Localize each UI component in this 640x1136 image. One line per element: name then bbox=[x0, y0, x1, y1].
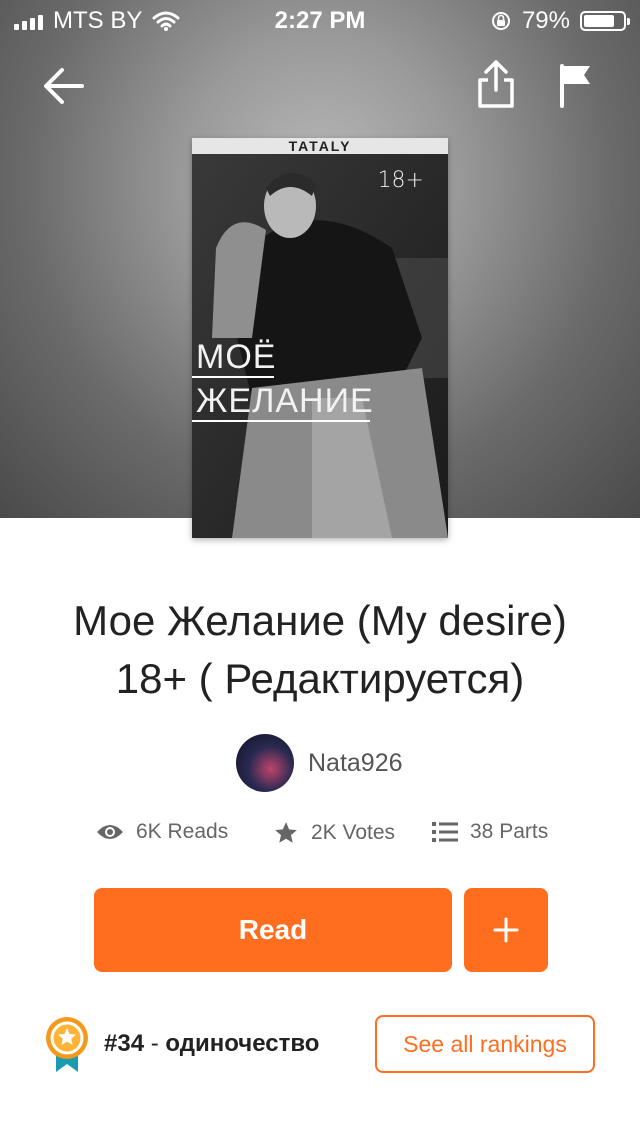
author-name: Nata926 bbox=[308, 748, 403, 777]
eye-icon bbox=[97, 825, 123, 839]
cover-age-rating: 18+ bbox=[377, 168, 424, 193]
arrow-left-icon bbox=[44, 68, 84, 104]
battery-percent: 79% bbox=[521, 7, 570, 34]
read-button-label: Read bbox=[238, 914, 308, 945]
report-flag-button[interactable] bbox=[556, 62, 596, 108]
flag-icon bbox=[560, 64, 590, 108]
list-icon bbox=[432, 822, 458, 842]
stat-parts: 38 Parts bbox=[432, 820, 548, 844]
cover-title-line1: МОЁ bbox=[196, 338, 277, 376]
author-link[interactable]: Nata926 bbox=[236, 734, 403, 792]
ranking-medal-icon bbox=[46, 1017, 88, 1072]
story-stats: 6K Reads 2K Votes 38 Parts bbox=[0, 820, 640, 860]
parts-count: 38 Parts bbox=[470, 820, 549, 843]
stat-votes: 2K Votes bbox=[273, 820, 395, 846]
reads-count: 6K Reads bbox=[136, 820, 229, 843]
ranking-position: #34 bbox=[104, 1030, 145, 1057]
battery-fill bbox=[584, 15, 614, 27]
plus-icon bbox=[493, 917, 519, 943]
see-all-rankings-label: See all rankings bbox=[403, 1030, 567, 1057]
ranking-text: #34 - одиночество bbox=[104, 1030, 319, 1058]
status-bar: MTS BY 2:27 PM 79% bbox=[0, 0, 640, 40]
story-cover-image: TATALY 18+ МОЁ ЖЕЛАНИЕ bbox=[192, 138, 448, 538]
story-title: Мое Желание (My desire) 18+ ( Редактируе… bbox=[20, 592, 620, 708]
cover-divider-1 bbox=[192, 376, 274, 378]
orientation-lock-icon bbox=[491, 12, 510, 30]
add-to-library-button[interactable] bbox=[464, 888, 548, 972]
cover-title-line2: ЖЕЛАНИЕ bbox=[196, 382, 374, 420]
votes-count: 2K Votes bbox=[311, 821, 396, 844]
back-button[interactable] bbox=[40, 62, 88, 110]
read-button[interactable]: Read bbox=[94, 888, 452, 972]
ranking-tag: одиночество bbox=[165, 1030, 320, 1057]
ranking-row: #34 - одиночество bbox=[44, 1016, 319, 1072]
ranking-separator: - bbox=[144, 1030, 166, 1057]
story-title-line2: 18+ ( Редактируется) bbox=[115, 655, 525, 702]
story-title-line1: Мое Желание (My desire) bbox=[73, 597, 567, 644]
star-icon bbox=[275, 822, 297, 843]
avatar bbox=[236, 734, 294, 792]
status-right: 79% bbox=[490, 7, 630, 35]
cover-brand: TATALY bbox=[192, 138, 448, 154]
see-all-rankings-button[interactable]: See all rankings bbox=[375, 1015, 595, 1073]
battery-icon bbox=[580, 11, 630, 31]
cover-divider-2 bbox=[192, 420, 370, 422]
stat-reads: 6K Reads bbox=[96, 820, 228, 844]
share-icon bbox=[478, 60, 514, 108]
share-button[interactable] bbox=[474, 58, 518, 110]
